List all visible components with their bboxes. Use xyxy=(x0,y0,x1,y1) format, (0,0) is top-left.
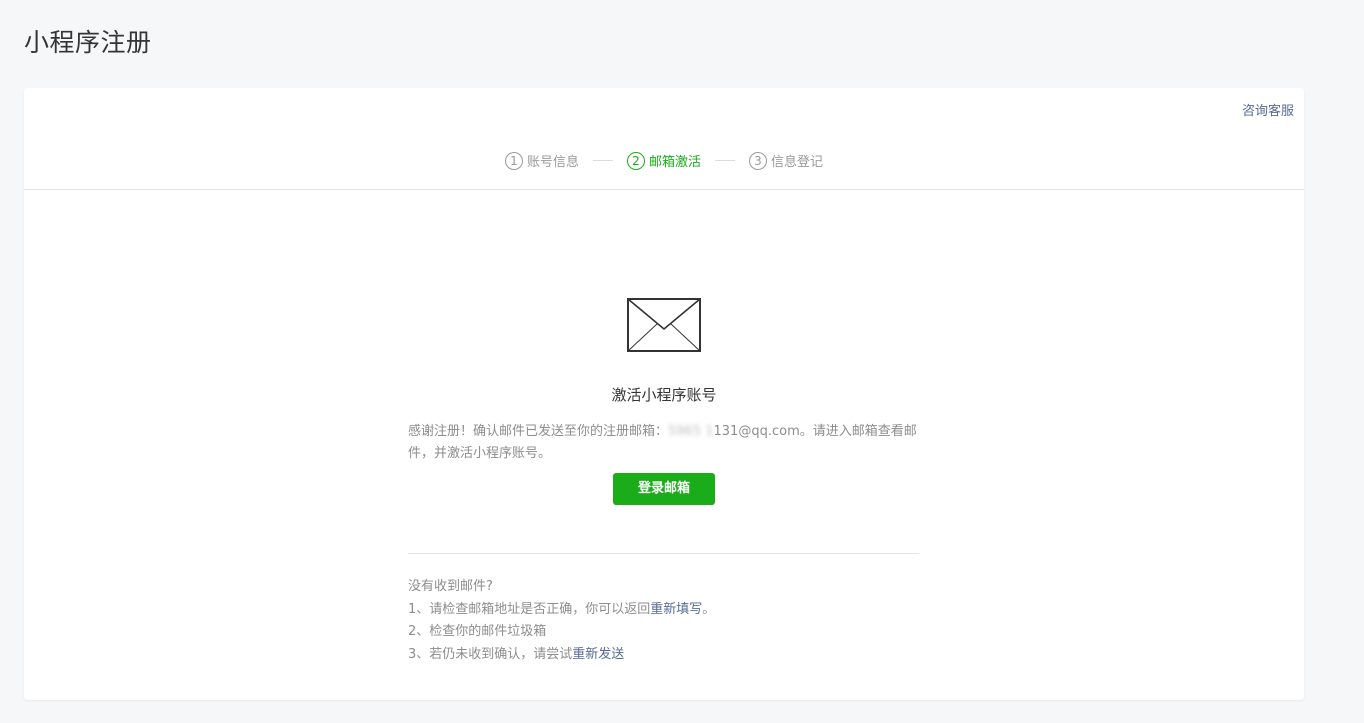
resend-link[interactable]: 重新发送 xyxy=(572,647,624,662)
step-number: 1 xyxy=(504,151,523,170)
step-account-info: 1 账号信息 xyxy=(504,151,579,170)
help-item-text: 3、若仍未收到确认，请尝试 xyxy=(408,646,573,662)
step-number: 2 xyxy=(626,151,645,170)
desc-prefix: 感谢注册！确认邮件已发送至你的注册邮箱： xyxy=(408,424,669,439)
step-number: 3 xyxy=(749,151,767,170)
help-item-3: 3、若仍未收到确认，请尝试重新发送 xyxy=(408,644,920,667)
activation-panel: 激活小程序账号 感谢注册！确认邮件已发送至你的注册邮箱：5965 1131@qq… xyxy=(408,298,920,666)
activation-description: 感谢注册！确认邮件已发送至你的注册邮箱：5965 1131@qq.com。请进入… xyxy=(408,421,920,465)
step-label: 邮箱激活 xyxy=(648,155,701,170)
help-section: 没有收到邮件? 1、请检查邮箱地址是否正确，你可以返回重新填写。 2、检查你的邮… xyxy=(408,576,920,666)
step-connector xyxy=(715,160,735,161)
page-title: 小程序注册 xyxy=(24,28,152,57)
step-email-activation: 2 邮箱激活 xyxy=(626,151,701,170)
help-item-text: 1、请检查邮箱地址是否正确，你可以返回 xyxy=(408,601,651,617)
email-masked-part: 5965 1 xyxy=(668,424,714,439)
activation-headline: 激活小程序账号 xyxy=(611,386,717,404)
customer-service-link[interactable]: 咨询客服 xyxy=(1242,100,1294,119)
help-item-1: 1、请检查邮箱地址是否正确，你可以返回重新填写。 xyxy=(408,599,920,622)
envelope-icon xyxy=(627,298,701,352)
help-item-text: 。 xyxy=(702,601,716,617)
registration-card: 咨询客服 1 账号信息 2 邮箱激活 3 信息登记 激活小程序账号 感谢注册！确… xyxy=(24,88,1304,700)
step-label: 信息登记 xyxy=(771,155,824,170)
email-visible-part: 131@qq.com xyxy=(713,424,800,439)
header-divider xyxy=(24,189,1304,190)
step-label: 账号信息 xyxy=(526,155,579,170)
help-title: 没有收到邮件? xyxy=(408,579,493,594)
help-item-2: 2、检查你的邮件垃圾箱 xyxy=(408,624,547,639)
content-divider xyxy=(408,553,919,554)
refill-link[interactable]: 重新填写 xyxy=(650,602,702,617)
step-info-registration: 3 信息登记 xyxy=(749,151,823,170)
step-indicator: 1 账号信息 2 邮箱激活 3 信息登记 xyxy=(24,151,1304,170)
login-mailbox-button[interactable]: 登录邮箱 xyxy=(613,473,715,505)
step-connector xyxy=(592,160,613,161)
